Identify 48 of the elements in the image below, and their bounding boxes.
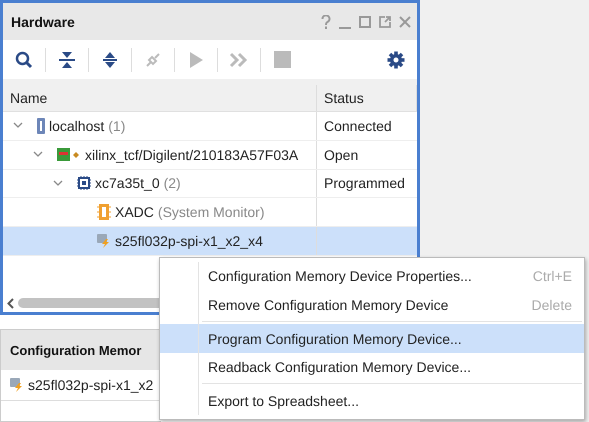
chip-icon [77, 176, 91, 190]
tree-row[interactable]: localhost (1) Connected [3, 112, 417, 141]
server-icon [37, 118, 45, 134]
node-name: s25fl032p-spi-x1_x2_x4 [115, 233, 263, 250]
node-count: (1) [108, 118, 126, 134]
node-name: XADC [115, 204, 154, 220]
expand-icon [102, 50, 118, 68]
status-text: Connected [324, 118, 392, 134]
caret-icon[interactable] [53, 180, 63, 187]
column-header[interactable]: Name [3, 85, 317, 111]
maximize-icon[interactable] [359, 16, 371, 28]
tree-row[interactable]: xc7a35t_0 (2) Programmed [3, 170, 417, 198]
panel-title: Configuration Memor [1, 330, 161, 370]
tree-row[interactable]: xilinx_tcf/Digilent/210183A57F03A Open [3, 140, 417, 170]
help-icon[interactable] [321, 14, 331, 28]
status-text: Programmed [324, 175, 405, 192]
board-icon [57, 148, 81, 162]
fast-forward-icon [229, 52, 249, 68]
monitor-chip-icon [97, 204, 111, 220]
float-icon[interactable] [379, 16, 391, 28]
menu-item[interactable]: Readback Configuration Memory Device... [160, 352, 584, 382]
menu-item[interactable]: Export to Spreadsheet... [160, 386, 584, 416]
stop-icon [274, 51, 290, 68]
tree-row[interactable]: XADC (System Monitor) [3, 198, 417, 228]
plug-icon [144, 50, 162, 68]
flash-memory-icon [10, 378, 24, 392]
menu-item[interactable]: Remove Configuration Memory Device Delete [160, 290, 584, 320]
node-name: xilinx_tcf/Digilent/210183A57F03A [85, 146, 298, 163]
node-name: xc7a35t_0 [95, 175, 160, 192]
settings-icon [387, 50, 405, 68]
menu-item[interactable]: Program Configuration Memory Device... [160, 324, 584, 353]
caret-icon[interactable] [33, 151, 43, 158]
device-name: s25fl032p-spi-x1_x2 [28, 377, 154, 393]
caret-icon[interactable] [13, 122, 23, 130]
close-icon[interactable] [399, 16, 411, 28]
status-text: Open [324, 146, 358, 163]
collapse-icon [59, 50, 75, 68]
play-icon [188, 50, 204, 68]
flash-memory-icon [97, 234, 111, 248]
panel-title: Hardware [11, 14, 76, 30]
menu-item[interactable]: Configuration Memory Device Properties... Ctrl+E [160, 262, 584, 291]
node-count: (2) [164, 175, 181, 192]
scroll-left-icon[interactable] [7, 298, 14, 308]
node-description: (System Monitor) [158, 204, 264, 220]
search-icon [15, 50, 33, 68]
tree-row[interactable]: s25fl032p-spi-x1_x2_x4 [3, 227, 417, 256]
column-header[interactable]: Status [317, 85, 417, 111]
node-name: localhost [49, 118, 104, 134]
